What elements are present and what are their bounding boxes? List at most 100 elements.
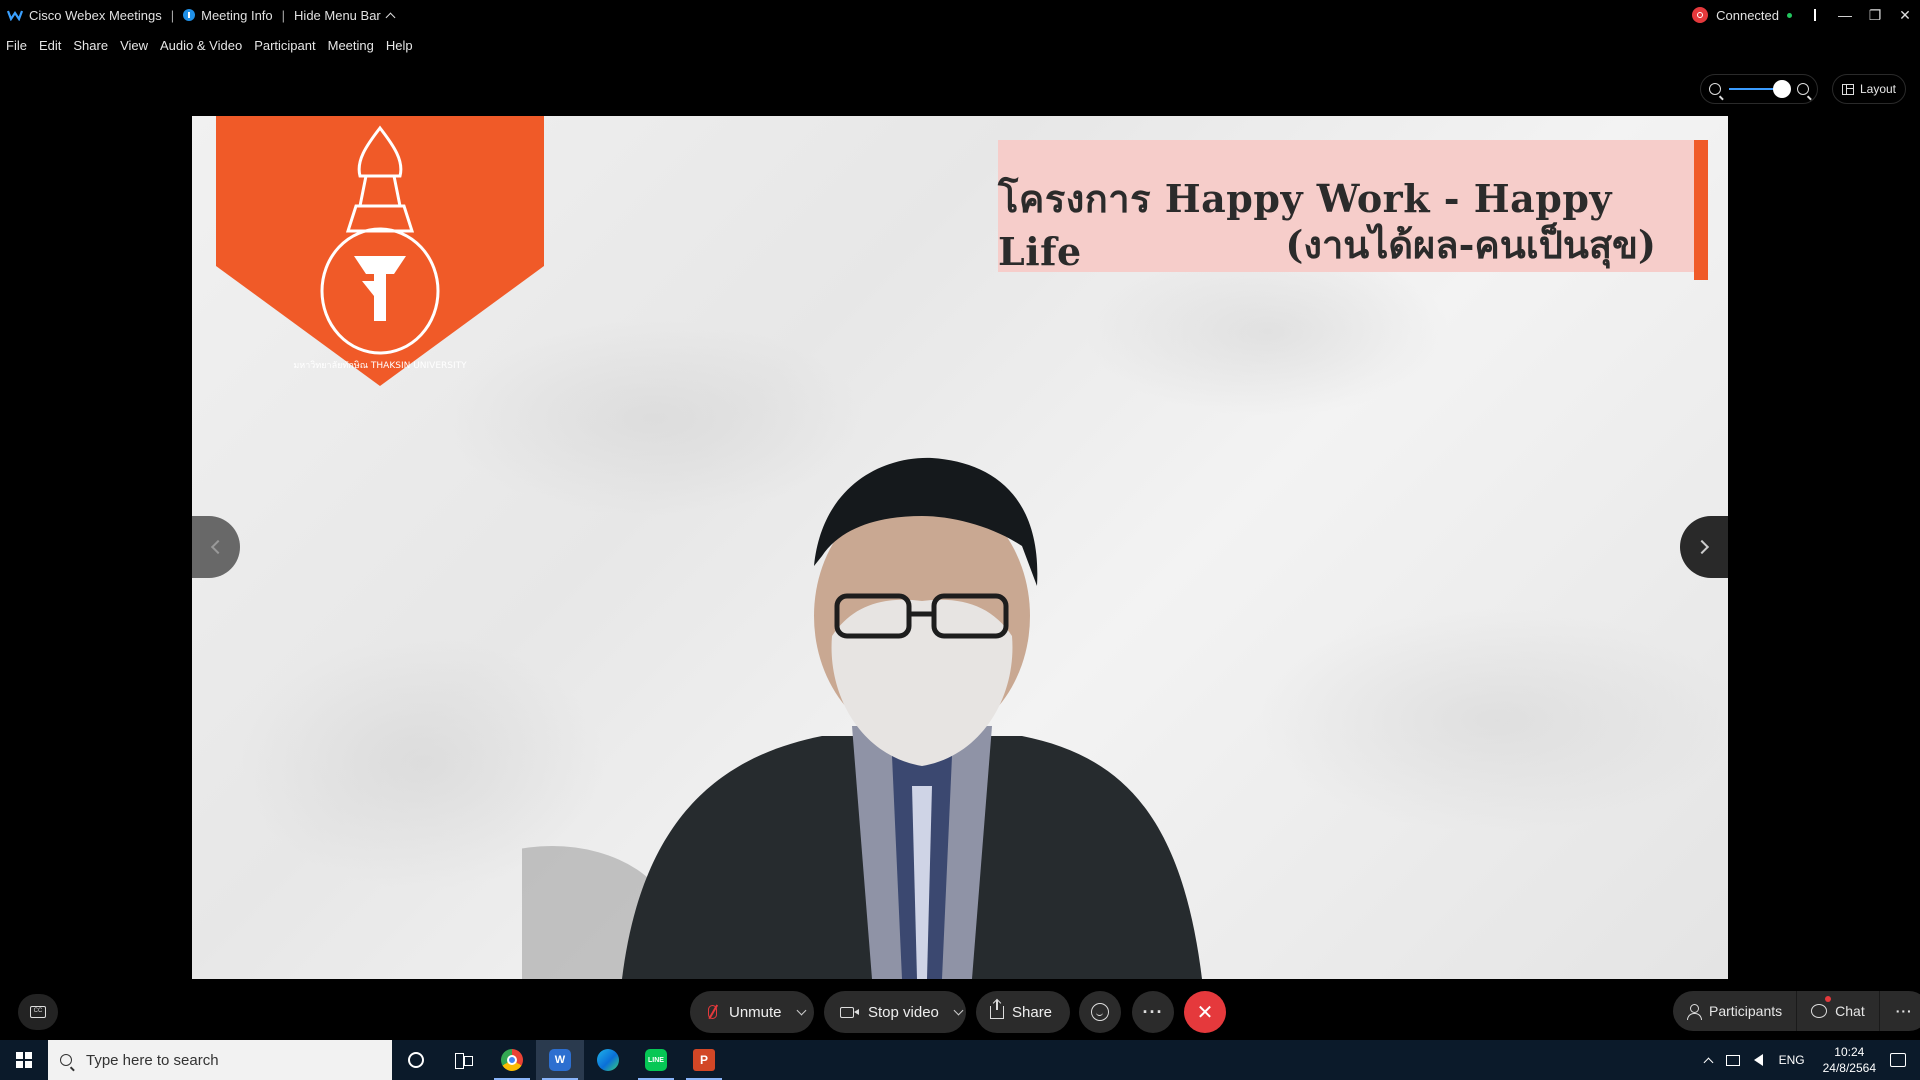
chat-button[interactable]: Chat: [1796, 991, 1880, 1031]
powerpoint-icon: P: [693, 1049, 715, 1071]
edge-icon: [597, 1049, 619, 1071]
zoom-slider[interactable]: [1729, 80, 1791, 98]
closed-captions-button[interactable]: CC: [18, 994, 58, 1030]
menu-edit[interactable]: Edit: [39, 38, 61, 53]
taskbar-powerpoint[interactable]: P: [680, 1040, 728, 1080]
network-icon[interactable]: [1725, 1054, 1740, 1066]
app-title: Cisco Webex Meetings: [7, 8, 162, 23]
chevron-down-icon[interactable]: [796, 1005, 806, 1015]
taskbar-line[interactable]: LINE: [632, 1040, 680, 1080]
show-hidden-icons-icon[interactable]: [1703, 1057, 1714, 1067]
webex-logo-icon: [7, 10, 23, 21]
video-stage[interactable]: มหาวิทยาลัยทักษิณ THAKSIN UNIVERSITY โคร…: [192, 116, 1728, 979]
taskbar-webex[interactable]: W: [536, 1040, 584, 1080]
share-button[interactable]: Share: [976, 991, 1070, 1033]
webex-icon: W: [549, 1049, 571, 1071]
slide-subtitle: (งานได้ผล-คนเป็นสุข): [1285, 222, 1656, 267]
microphone-muted-icon: [708, 1005, 717, 1019]
layout-grid-icon: [1841, 83, 1854, 95]
zoom-out-icon[interactable]: [1709, 83, 1721, 95]
unmute-button[interactable]: Unmute: [690, 991, 814, 1033]
taskbar-chrome[interactable]: [488, 1040, 536, 1080]
meeting-info-label: Meeting Info: [201, 7, 273, 23]
clock[interactable]: 10:24 24/8/2564: [1823, 1044, 1876, 1076]
smiley-icon: [1091, 1003, 1109, 1021]
language-indicator[interactable]: ENG: [1779, 1053, 1805, 1067]
menu-view[interactable]: View: [120, 38, 148, 53]
more-options-button[interactable]: ···: [1132, 991, 1174, 1033]
zoom-in-icon[interactable]: [1797, 83, 1809, 95]
chat-label: Chat: [1835, 1003, 1865, 1019]
app-name: Cisco Webex Meetings: [29, 7, 162, 23]
minimize-icon: —: [1838, 7, 1852, 23]
record-icon[interactable]: [1692, 7, 1709, 23]
windows-taskbar: Type here to search W LINE P ENG 10:24 2…: [0, 1040, 1920, 1080]
task-view-icon: [455, 1053, 473, 1069]
menu-participant[interactable]: Participant: [254, 38, 315, 53]
meeting-info-button[interactable]: Meeting Info: [183, 8, 273, 23]
titlebar-right: Connected — ❐ ✕: [1692, 0, 1920, 30]
menu-file[interactable]: File: [6, 38, 27, 53]
ellipsis-icon: ···: [1895, 1003, 1913, 1019]
captions-icon: CC: [30, 1006, 46, 1018]
menu-meeting[interactable]: Meeting: [328, 38, 374, 53]
connection-status: Connected: [1716, 7, 1779, 23]
hide-menu-bar-label: Hide Menu Bar: [294, 7, 381, 23]
stop-video-button[interactable]: Stop video: [824, 991, 966, 1033]
separator: |: [281, 7, 286, 23]
presenter-video: [522, 457, 1202, 979]
search-placeholder: Type here to search: [86, 1051, 219, 1069]
chevron-right-icon: [1694, 539, 1710, 555]
layout-button[interactable]: Layout: [1832, 74, 1906, 104]
menu-bar: File Edit Share View Audio & Video Parti…: [0, 34, 419, 56]
chevron-up-icon: [385, 12, 396, 22]
line-app-icon: LINE: [645, 1049, 667, 1071]
stop-video-label: Stop video: [868, 1003, 939, 1021]
chrome-icon: [501, 1049, 523, 1071]
participants-icon: [1687, 1003, 1702, 1020]
ellipsis-icon: ···: [1142, 1001, 1164, 1022]
restore-icon: ❐: [1868, 6, 1882, 23]
camera-icon: [840, 1006, 859, 1018]
layout-label: Layout: [1859, 82, 1897, 96]
divider: [1814, 9, 1816, 21]
minimize-button[interactable]: —: [1830, 0, 1860, 30]
cortana-button[interactable]: [392, 1040, 440, 1080]
volume-icon[interactable]: [1753, 1054, 1763, 1066]
taskbar-edge[interactable]: [584, 1040, 632, 1080]
previous-page-button[interactable]: [192, 516, 240, 578]
more-panels-button[interactable]: ···: [1879, 991, 1920, 1031]
restore-button[interactable]: ❐: [1860, 0, 1890, 30]
cortana-icon: [408, 1052, 424, 1068]
zoom-slider-handle[interactable]: [1773, 80, 1791, 98]
participants-label: Participants: [1709, 1003, 1783, 1019]
university-logo-banner: มหาวิทยาลัยทักษิณ THAKSIN UNIVERSITY: [216, 116, 544, 386]
unmute-label: Unmute: [729, 1003, 782, 1021]
menu-audio-video[interactable]: Audio & Video: [160, 38, 242, 53]
task-view-button[interactable]: [440, 1040, 488, 1080]
separator: |: [170, 7, 175, 23]
chat-icon: [1811, 1004, 1828, 1018]
title-bar: Cisco Webex Meetings | Meeting Info | Hi…: [0, 0, 1920, 30]
search-icon: [60, 1054, 72, 1066]
connection-dot-icon: [1787, 12, 1792, 18]
taskbar-search-box[interactable]: Type here to search: [48, 1040, 392, 1080]
share-label: Share: [1012, 1003, 1053, 1021]
hide-menu-bar-button[interactable]: Hide Menu Bar: [294, 7, 396, 23]
close-icon: ✕: [1196, 1001, 1214, 1024]
title-accent-strip: [1694, 140, 1708, 280]
start-button[interactable]: [0, 1040, 48, 1080]
participants-button[interactable]: Participants: [1673, 991, 1797, 1031]
next-page-button[interactable]: [1680, 516, 1728, 578]
slide-title-card: โครงการ Happy Work - Happy Life (งานได้ผ…: [998, 140, 1708, 280]
chevron-down-icon[interactable]: [953, 1005, 964, 1015]
leave-meeting-button[interactable]: ✕: [1184, 991, 1226, 1033]
clock-time: 10:24: [1834, 1045, 1865, 1059]
menu-help[interactable]: Help: [386, 38, 413, 53]
share-icon: [990, 999, 1004, 1019]
reactions-button[interactable]: [1079, 991, 1121, 1033]
notifications-icon[interactable]: [1890, 1053, 1906, 1067]
zoom-control: [1700, 74, 1818, 104]
close-button[interactable]: ✕: [1890, 0, 1920, 30]
menu-share[interactable]: Share: [73, 38, 108, 53]
